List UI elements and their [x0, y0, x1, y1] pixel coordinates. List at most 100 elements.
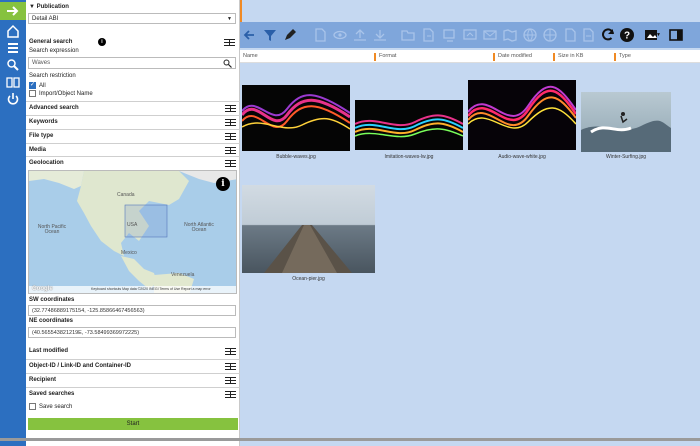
section-saved-searches[interactable]: Saved searches: [26, 387, 240, 401]
expand-icon[interactable]: [225, 377, 236, 384]
email-icon[interactable]: [482, 27, 498, 43]
column-date-modified[interactable]: Date modified: [493, 53, 532, 61]
column-type[interactable]: Type: [614, 53, 631, 61]
arrow-right-icon[interactable]: [6, 4, 20, 18]
power-icon[interactable]: [6, 92, 20, 106]
copy-icon[interactable]: [580, 27, 596, 43]
section-object-id[interactable]: Object-ID / Link-ID and Container-ID: [26, 359, 240, 373]
collapse-icon[interactable]: [225, 160, 236, 167]
start-button[interactable]: Start: [28, 418, 238, 430]
info-icon[interactable]: i: [98, 38, 106, 46]
section-last-modified[interactable]: Last modified: [26, 345, 240, 359]
file-icon[interactable]: [420, 27, 436, 43]
export-icon[interactable]: [442, 27, 458, 43]
expand-icon[interactable]: [225, 348, 236, 355]
expand-icon[interactable]: [225, 363, 236, 370]
filter-icon: ▼: [29, 4, 35, 10]
thumb-image: [355, 100, 463, 150]
window-icon[interactable]: [668, 27, 684, 43]
menu-icon[interactable]: [6, 41, 20, 55]
book-icon[interactable]: [6, 75, 20, 89]
restriction-import-name[interactable]: Import/Object Name: [29, 90, 93, 97]
expand-icon[interactable]: [225, 105, 236, 112]
chevron-down-icon[interactable]: ▼: [656, 27, 662, 43]
home-icon[interactable]: [6, 24, 20, 38]
expand-icon[interactable]: [225, 391, 236, 398]
section-file-type[interactable]: File type: [26, 129, 240, 143]
expand-icon[interactable]: [225, 147, 236, 154]
general-search-title: General search: [29, 39, 73, 45]
restriction-all[interactable]: All: [29, 81, 46, 89]
wave-graphic: [242, 94, 350, 130]
result-thumb[interactable]: Winter-Surfing.jpg: [581, 92, 671, 160]
search-restriction-label: Search restriction: [29, 73, 76, 79]
map-icon[interactable]: [502, 27, 518, 43]
help-icon[interactable]: ?: [619, 27, 635, 43]
pier-graphic: [264, 225, 352, 273]
publication-select[interactable]: Detail ABI ▼: [28, 13, 236, 24]
checkbox-all[interactable]: [29, 81, 36, 89]
upload-icon[interactable]: [352, 27, 368, 43]
share-icon[interactable]: [542, 27, 558, 43]
refresh-icon[interactable]: [600, 27, 616, 43]
edit-icon[interactable]: [282, 27, 298, 43]
expand-icon[interactable]: [225, 133, 236, 140]
section-advanced-search[interactable]: Advanced search: [26, 101, 240, 115]
search-expression-input[interactable]: Waves: [28, 57, 236, 69]
thumb-image: [242, 185, 375, 273]
section-recipient[interactable]: Recipient: [26, 373, 240, 387]
sw-coordinates-input[interactable]: (32.77486889175154, -125.85866467456563): [28, 305, 236, 316]
thumb-image: [242, 85, 350, 151]
map-label-north-atlantic: North Atlantic Ocean: [184, 222, 214, 233]
thumb-caption: Ocean-pier.jpg: [292, 276, 325, 282]
result-thumb[interactable]: Audio-wave-white.jpg: [468, 80, 576, 160]
map-label-mexico: Mexico: [121, 250, 137, 256]
result-thumb[interactable]: Bubble-waves.jpg: [242, 85, 350, 160]
checkbox-import-name[interactable]: [29, 90, 36, 97]
wave-graphic: [355, 114, 463, 138]
result-thumb[interactable]: Ocean-pier.jpg: [242, 185, 375, 285]
bottom-divider: [0, 438, 700, 441]
arrow-back-icon[interactable]: [242, 27, 258, 43]
publication-label: ▼ Publication: [29, 4, 69, 10]
section-geolocation[interactable]: Geolocation: [26, 156, 240, 170]
ne-coordinates-input[interactable]: (40.565543821219E, -73.58499369972225): [28, 327, 236, 338]
filter-icon[interactable]: [262, 27, 278, 43]
map-label-venezuela: Venezuela: [171, 272, 195, 278]
eye-icon[interactable]: [332, 27, 348, 43]
column-headers: Name Format Date modified Size in KB Typ…: [240, 50, 700, 63]
search-expression-label: Search expression: [29, 48, 79, 54]
column-size[interactable]: Size in KB: [553, 53, 583, 61]
splitter-handle[interactable]: [240, 0, 242, 22]
page-icon[interactable]: [562, 27, 578, 43]
search-icon[interactable]: [6, 58, 20, 72]
collapse-toggle-general[interactable]: [224, 39, 235, 46]
map-label-canada: Canada: [117, 192, 135, 198]
map-info-icon[interactable]: i: [216, 177, 230, 191]
document-icon[interactable]: [312, 27, 328, 43]
search-icon[interactable]: [223, 59, 232, 68]
results-area: ? ▼ Name Format Date modified Size in KB…: [240, 0, 700, 446]
section-media[interactable]: Media: [26, 143, 240, 157]
results-toolbar: ? ▼: [240, 22, 700, 48]
globe-icon[interactable]: [522, 27, 538, 43]
save-search-option[interactable]: Save search: [29, 403, 72, 410]
svg-text:?: ?: [624, 31, 630, 42]
result-thumb[interactable]: Imitation-waves-lw.jpg: [355, 100, 463, 160]
map-label-north-pacific: North Pacific Ocean: [37, 224, 67, 235]
import-icon[interactable]: [462, 27, 478, 43]
geolocation-map[interactable]: Canada North Atlantic Ocean North Pacifi…: [28, 170, 237, 294]
thumb-caption: Audio-wave-white.jpg: [498, 154, 546, 160]
folder-icon[interactable]: [400, 27, 416, 43]
thumb-image: [468, 80, 576, 150]
column-name[interactable]: Name: [240, 53, 258, 61]
section-keywords[interactable]: Keywords: [26, 115, 240, 129]
surf-graphic: [581, 112, 671, 152]
download-icon[interactable]: [372, 27, 388, 43]
checkbox-save-search[interactable]: [29, 403, 36, 410]
ne-coordinates-label: NE coordinates: [29, 318, 74, 324]
column-format[interactable]: Format: [374, 53, 396, 61]
expand-icon[interactable]: [225, 119, 236, 126]
thumb-caption: Imitation-waves-lw.jpg: [384, 154, 434, 160]
thumb-caption: Winter-Surfing.jpg: [605, 154, 646, 160]
